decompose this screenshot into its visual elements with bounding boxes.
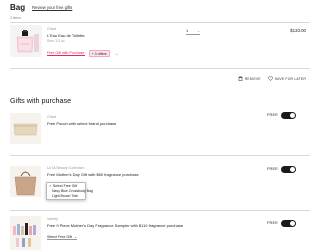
gift-image xyxy=(10,216,41,250)
gift-status: FREE xyxy=(267,167,278,171)
promo-text: Free Gift with Purchase xyxy=(47,51,85,57)
arrow-right-icon: → xyxy=(113,50,119,57)
item-count: 3 items xyxy=(10,16,21,20)
dropdown-option[interactable]: Light Brown Tote xyxy=(52,194,78,199)
save-for-later-button[interactable]: SAVE FOR LATER xyxy=(267,76,306,81)
product-brand: Chloé xyxy=(47,27,57,31)
gift-image xyxy=(10,166,41,197)
divider xyxy=(10,68,310,69)
trash-icon xyxy=(238,76,243,81)
gift-toggle[interactable] xyxy=(281,112,296,119)
product-name[interactable]: L'Eau Eau de Toilette xyxy=(47,33,85,38)
heart-icon xyxy=(267,76,273,81)
gift-brand: Variety xyxy=(47,217,58,221)
gift-toggle[interactable] xyxy=(281,166,296,173)
gift-select-dropdown[interactable]: ✓ Select Free Gift Navy Blue Crossbody B… xyxy=(46,182,93,200)
review-free-gifts-link[interactable]: Review your free gifts xyxy=(32,5,72,11)
divider xyxy=(10,155,310,156)
quantity-select[interactable]: 1 ⌄ xyxy=(186,27,200,35)
bag-header: Bag Review your free gifts xyxy=(10,3,310,15)
gift-status: FREE xyxy=(267,113,278,117)
product-size: Size: 3.3 oz xyxy=(47,39,65,43)
product-price: $133.00 xyxy=(290,28,306,33)
gift-description: Free 9 Piece Mother's Day Fragrance Samp… xyxy=(47,223,184,228)
gift-status: FREE xyxy=(267,221,278,225)
divider xyxy=(10,22,310,23)
quantity-value: 1 xyxy=(186,28,189,33)
offers-badge: + 3 offers xyxy=(88,50,110,58)
save-label: SAVE FOR LATER xyxy=(274,76,306,81)
chevron-down-icon: ⌄ xyxy=(73,235,77,239)
gift-brand: ULTA Beauty Collection xyxy=(47,166,85,170)
perfume-bottle-image xyxy=(16,30,39,53)
promo-offers-link[interactable]: Free Gift with Purchase + 3 offers → xyxy=(47,50,119,58)
gift-description: Free Mother's Day Gift with $60 fragranc… xyxy=(47,172,139,177)
gift-image xyxy=(10,113,41,144)
chevron-down-icon: ⌄ xyxy=(197,28,200,33)
remove-label: REMOVE xyxy=(244,76,261,81)
check-icon: ✓ xyxy=(49,184,52,188)
gifts-section-title: Gifts with purchase xyxy=(10,96,72,105)
gift-description: Free Pouch with select brand purchase xyxy=(47,121,117,126)
tote-bag-image xyxy=(14,171,37,196)
gift-brand: Chloé xyxy=(47,115,57,119)
gift-select-value: Select Free Gift xyxy=(47,235,72,239)
gift-toggle[interactable] xyxy=(281,220,296,227)
divider xyxy=(10,210,310,211)
fragrance-sampler-image xyxy=(13,223,36,247)
product-image[interactable] xyxy=(10,25,42,57)
remove-button[interactable]: REMOVE xyxy=(238,76,261,81)
pouch-image xyxy=(13,123,38,136)
item-actions: REMOVE SAVE FOR LATER xyxy=(238,76,306,81)
page-title: Bag xyxy=(10,3,26,12)
gift-select[interactable]: Select Free Gift ⌄ xyxy=(47,235,77,240)
